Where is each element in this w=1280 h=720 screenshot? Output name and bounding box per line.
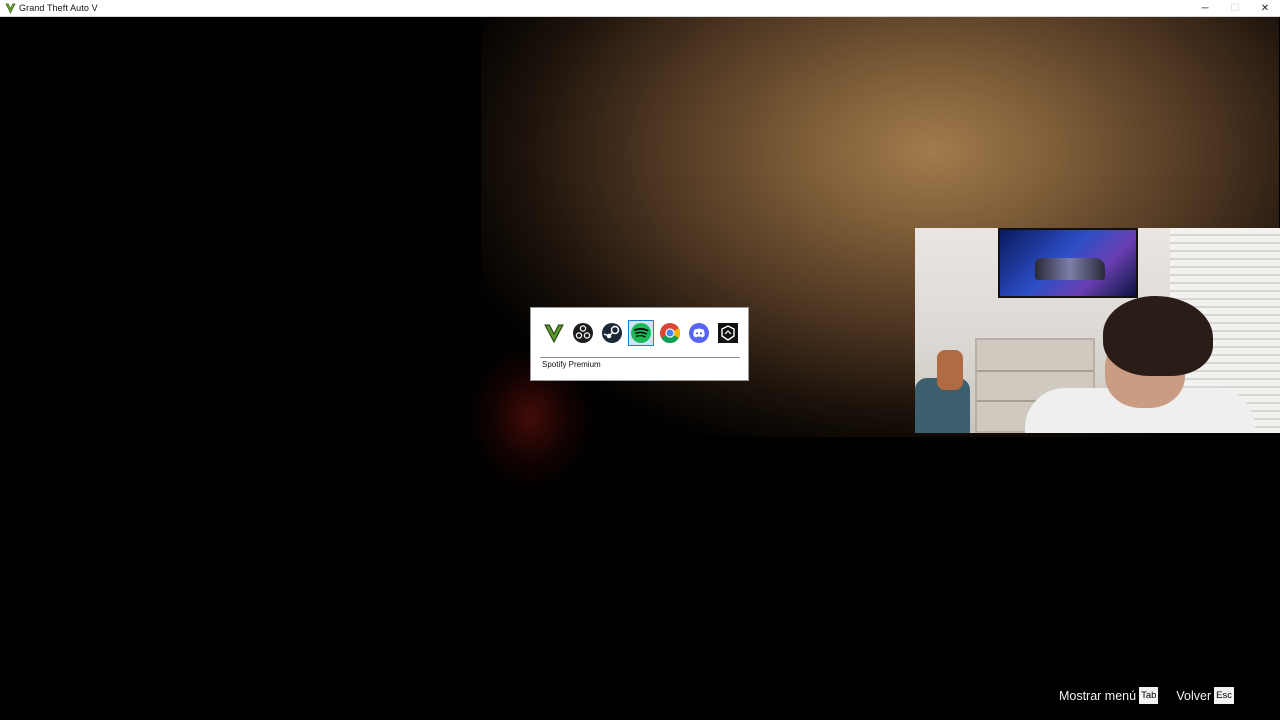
show-menu-label: Mostrar menú (1058, 688, 1137, 703)
back-label: Volver (1176, 688, 1212, 703)
discord-icon[interactable] (686, 320, 712, 346)
window-title-bar: Grand Theft Auto V ─ ☐ ✕ (0, 0, 1280, 17)
bottom-hints: Mostrar menú Tab Volver Esc (1059, 687, 1234, 704)
app-switcher-selected-label: Spotify Premium (540, 357, 740, 371)
webcam-tv (998, 228, 1138, 298)
webcam-overlay (915, 228, 1280, 433)
spotify-icon[interactable] (628, 320, 654, 346)
app-switcher-icons (541, 320, 741, 346)
minimize-button[interactable]: ─ (1190, 0, 1220, 17)
epic-launcher-icon[interactable] (715, 320, 741, 346)
esc-key-badge: Esc (1214, 687, 1234, 704)
webcam-person-hair (1103, 296, 1213, 376)
window-title: Grand Theft Auto V (19, 3, 98, 13)
tab-key-badge: Tab (1139, 687, 1159, 704)
gta-v-icon[interactable] (541, 320, 567, 346)
obs-icon[interactable] (570, 320, 596, 346)
gta-v-app-icon (4, 2, 16, 14)
steam-icon[interactable] (599, 320, 625, 346)
maximize-button[interactable]: ☐ (1220, 0, 1250, 17)
chrome-icon[interactable] (657, 320, 683, 346)
app-switcher: Spotify Premium (530, 307, 749, 381)
webcam-bag (937, 350, 963, 390)
show-menu-hint[interactable]: Mostrar menú Tab (1058, 687, 1159, 704)
close-button[interactable]: ✕ (1250, 0, 1280, 17)
window-controls: ─ ☐ ✕ (1190, 0, 1280, 17)
back-hint[interactable]: Volver Esc (1176, 687, 1234, 704)
